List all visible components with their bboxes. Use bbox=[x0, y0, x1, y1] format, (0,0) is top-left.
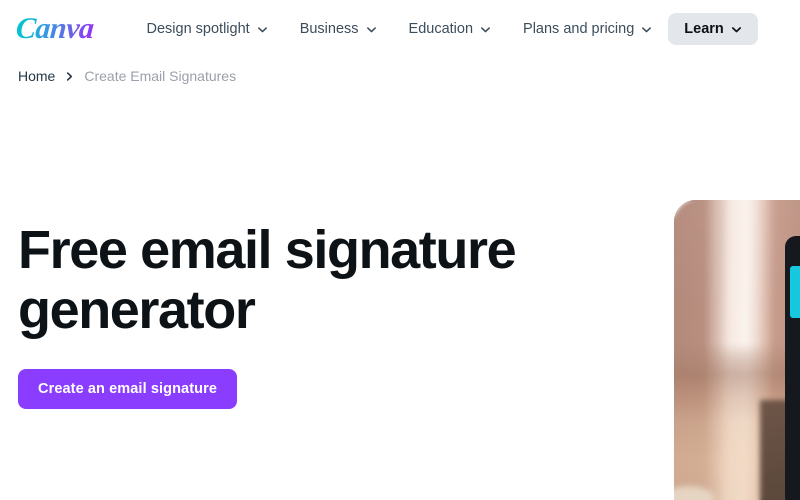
nav-item-label: Learn bbox=[684, 20, 724, 37]
hero-copy: Free email signature generator Create an… bbox=[18, 220, 578, 410]
hero-device-tablet bbox=[785, 236, 800, 500]
chevron-down-icon bbox=[257, 24, 268, 35]
hero-photo-blur-overlay bbox=[674, 200, 800, 500]
nav-item-learn[interactable]: Learn bbox=[668, 12, 758, 46]
hero-device-screen-accent bbox=[790, 266, 800, 318]
nav-item-label: Plans and pricing bbox=[523, 20, 635, 37]
canva-wordmark: Canva bbox=[15, 12, 98, 45]
nav-item-label: Design spotlight bbox=[146, 20, 250, 37]
page-title: Free email signature generator bbox=[18, 220, 517, 341]
nav-item-label: Education bbox=[408, 20, 474, 37]
chevron-down-icon bbox=[366, 24, 377, 35]
primary-nav-items: Design spotlight Business Education Plan… bbox=[131, 0, 758, 58]
nav-item-business[interactable]: Business bbox=[284, 13, 393, 46]
chevron-down-icon bbox=[480, 24, 491, 35]
breadcrumb-item-home[interactable]: Home bbox=[18, 69, 55, 83]
breadcrumb-item-current: Create Email Signatures bbox=[84, 68, 237, 84]
page-root: Canva Design spotlight Business Educatio… bbox=[0, 0, 800, 500]
nav-item-education[interactable]: Education bbox=[393, 13, 508, 46]
nav-item-plans-and-pricing[interactable]: Plans and pricing bbox=[507, 13, 668, 46]
nav-item-design-spotlight[interactable]: Design spotlight bbox=[131, 13, 284, 46]
chevron-down-icon bbox=[641, 24, 652, 35]
create-email-signature-button[interactable]: Create an email signature bbox=[18, 368, 237, 410]
canva-logo[interactable]: Canva bbox=[15, 0, 98, 58]
chevron-down-icon bbox=[731, 24, 742, 35]
hero-image: Blurred interior scene with curtain, war… bbox=[674, 200, 800, 500]
chevron-right-icon bbox=[65, 71, 74, 82]
hero-section: Free email signature generator Create an… bbox=[0, 96, 800, 500]
breadcrumb: Home Create Email Signatures bbox=[18, 58, 236, 94]
top-navigation-bar: Canva Design spotlight Business Educatio… bbox=[0, 0, 800, 58]
nav-item-label: Business bbox=[299, 20, 359, 37]
